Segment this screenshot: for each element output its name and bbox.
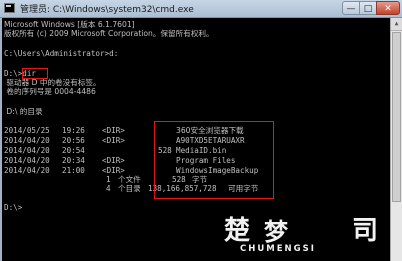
console-line: D:\ 的目录 [4,107,43,116]
watermark-glyph: 司 [352,216,379,246]
entry-date: 2014/04/20 [4,146,50,155]
watermark-logo: 楚 梦 司 CHUMENGSI [222,208,400,258]
dir-command-highlight [22,68,48,79]
watermark-glyph: 楚 [224,216,251,246]
entry-date: 2014/05/25 [4,126,50,135]
minimize-button[interactable]: — [342,1,360,15]
console-line: 驱动器 D 中的卷没有标签。 [4,78,101,87]
watermark-subtitle: CHUMENGSI [240,244,316,254]
listing-highlight [154,121,274,199]
scroll-up-arrow-icon[interactable]: ▲ [391,18,402,31]
close-button[interactable]: ✕ [376,1,400,15]
watermark-glyph: 梦 [264,218,288,246]
scroll-thumb[interactable] [392,32,401,202]
entry-type: <DIR> [102,126,125,135]
console-line: Microsoft Windows [版本 6.1.7601] [4,20,135,29]
maximize-button[interactable]: □ [359,1,377,15]
entry-time: 20:54 [62,146,85,155]
console-line: 版权所有 (c) 2009 Microsoft Corporation。保留所有… [4,29,214,38]
entry-date: 2014/04/20 [4,166,50,175]
entry-time: 21:00 [62,166,85,175]
console-icon [4,3,15,13]
entry-date: 2014/04/20 [4,156,50,165]
dirs-label: 个目录 [118,184,141,193]
dirs-count: 4 [106,184,111,193]
entry-type: <DIR> [102,136,125,145]
title-bar[interactable]: 管理员: C:\Windows\system32\cmd.exe — □ ✕ [0,0,402,18]
console-line: 卷的序列号是 0004-4486 [4,87,96,96]
entry-time: 20:56 [62,136,85,145]
cmd-window: 管理员: C:\Windows\system32\cmd.exe — □ ✕ M… [0,0,402,261]
prompt-line: D:\> [4,203,23,212]
entry-type: <DIR> [102,166,125,175]
console-line: C:\Users\Administrator>d: [4,49,119,58]
entry-time: 20:34 [62,156,85,165]
files-label: 个文件 [118,175,141,184]
entry-time: 19:26 [62,126,85,135]
window-title: 管理员: C:\Windows\system32\cmd.exe [20,5,194,15]
files-count: 1 [106,175,111,184]
entry-date: 2014/04/20 [4,136,50,145]
entry-type: <DIR> [102,156,125,165]
